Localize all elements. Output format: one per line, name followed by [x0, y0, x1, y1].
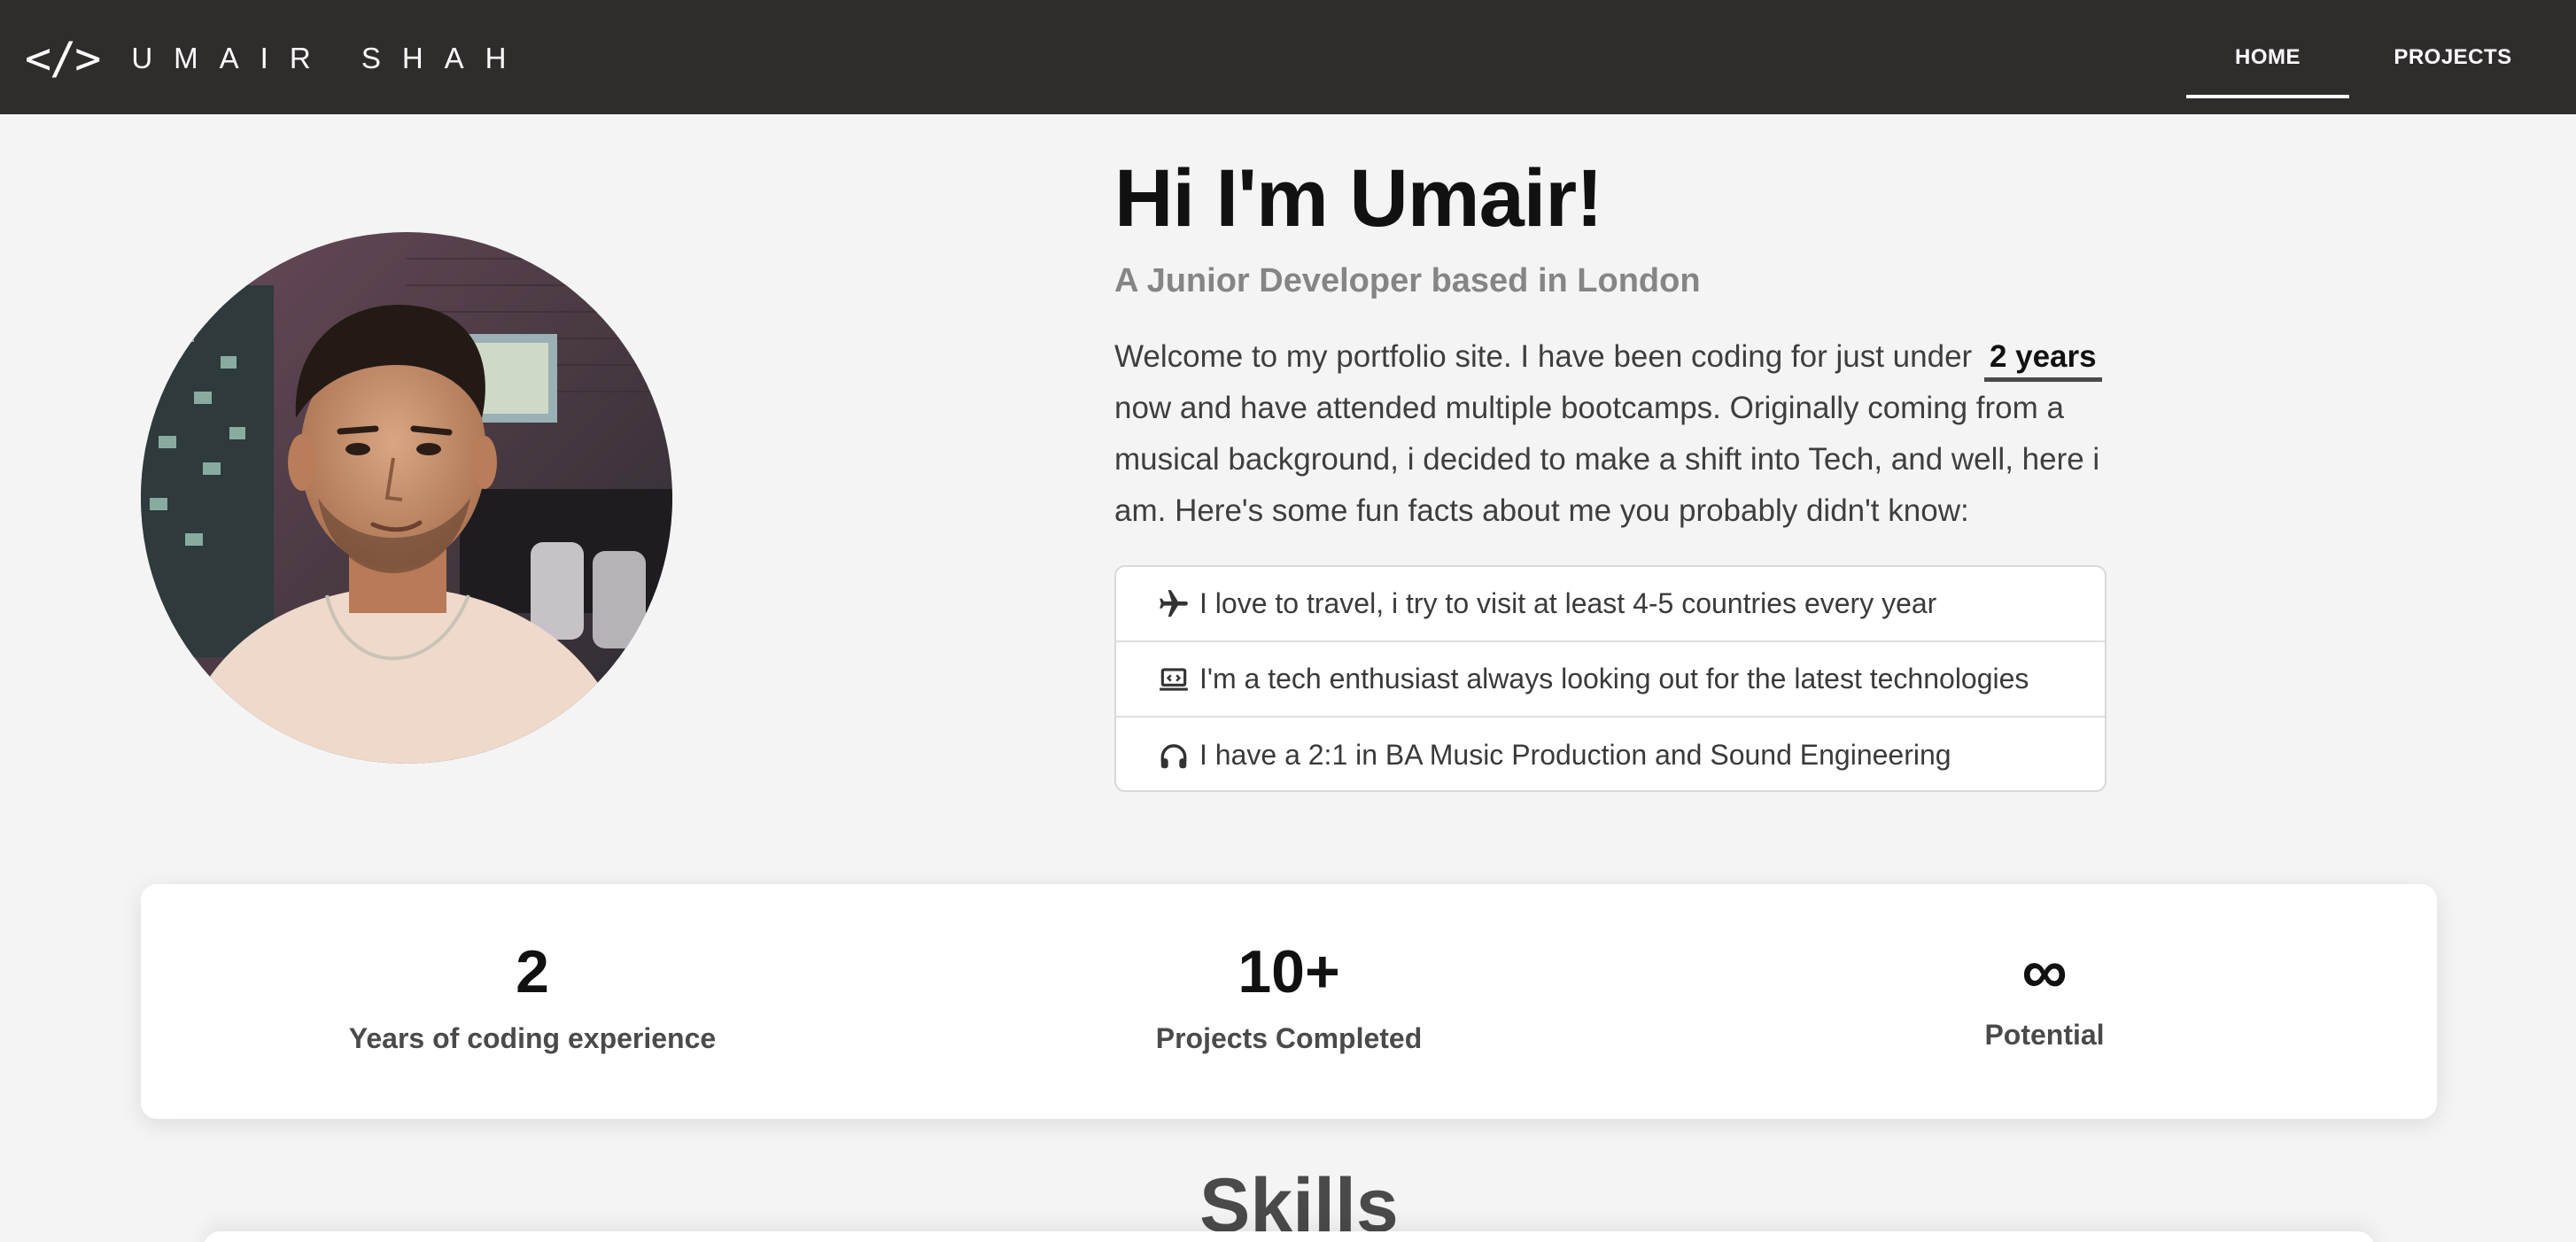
laptop-code-icon	[1157, 661, 1194, 698]
stat-label: Potential	[1984, 1019, 2105, 1051]
intro-text-after: now and have attended multiple bootcamps…	[1114, 391, 2100, 528]
intro-text-before: Welcome to my portfolio site. I have bee…	[1114, 339, 1973, 374]
code-logo-icon: </>	[25, 33, 101, 84]
profile-photo	[141, 232, 672, 764]
fun-facts-list: I love to travel, i try to visit at leas…	[1114, 565, 2107, 792]
fun-fact-text: I love to travel, i try to visit at leas…	[1199, 587, 1937, 619]
fun-fact-item: I have a 2:1 in BA Music Production and …	[1116, 718, 2105, 790]
stat-label: Years of coding experience	[348, 1022, 717, 1054]
skills-heading: Skills	[1199, 1163, 1399, 1242]
nav-link-home-label: HOME	[2235, 44, 2301, 69]
stat-label: Projects Completed	[1155, 1022, 1423, 1054]
intro-paragraph: Welcome to my portfolio site. I have bee…	[1114, 331, 2142, 537]
stat-value: ∞	[2021, 936, 2068, 1007]
brand-name: UMAIR SHAH	[131, 42, 528, 74]
nav-link-home[interactable]: HOME	[2186, 0, 2349, 114]
fun-fact-text: I have a 2:1 in BA Music Production and …	[1199, 739, 1951, 771]
stat-projects: 10+ Projects Completed	[1023, 884, 1555, 1119]
fun-fact-text: I'm a tech enthusiast always looking out…	[1199, 663, 2029, 695]
hero-title: Hi I'm Umair!	[1114, 153, 1603, 244]
plane-icon	[1157, 586, 1194, 623]
stat-value: 2	[516, 938, 549, 1005]
years-highlight: 2 years	[1983, 337, 2102, 382]
stat-value: 10+	[1238, 938, 1340, 1005]
nav-link-projects[interactable]: PROJECTS	[2367, 0, 2539, 114]
stat-years: 2 Years of coding experience	[267, 884, 798, 1119]
fun-fact-item: I love to travel, i try to visit at leas…	[1116, 567, 2105, 642]
stats-card: 2 Years of coding experience 10+ Project…	[141, 884, 2437, 1119]
navbar: </> UMAIR SHAH HOME PROJECTS	[0, 0, 2576, 114]
brand-link[interactable]: </> UMAIR SHAH	[25, 33, 528, 84]
hero-subtitle: A Junior Developer based in London	[1114, 262, 1701, 299]
nav-link-projects-label: PROJECTS	[2394, 44, 2512, 69]
fun-fact-item: I'm a tech enthusiast always looking out…	[1116, 642, 2105, 718]
active-nav-indicator	[2186, 95, 2349, 98]
headphones-icon	[1157, 737, 1194, 774]
skills-card	[204, 1231, 2374, 1242]
stat-potential: ∞ Potential	[1779, 884, 2310, 1119]
